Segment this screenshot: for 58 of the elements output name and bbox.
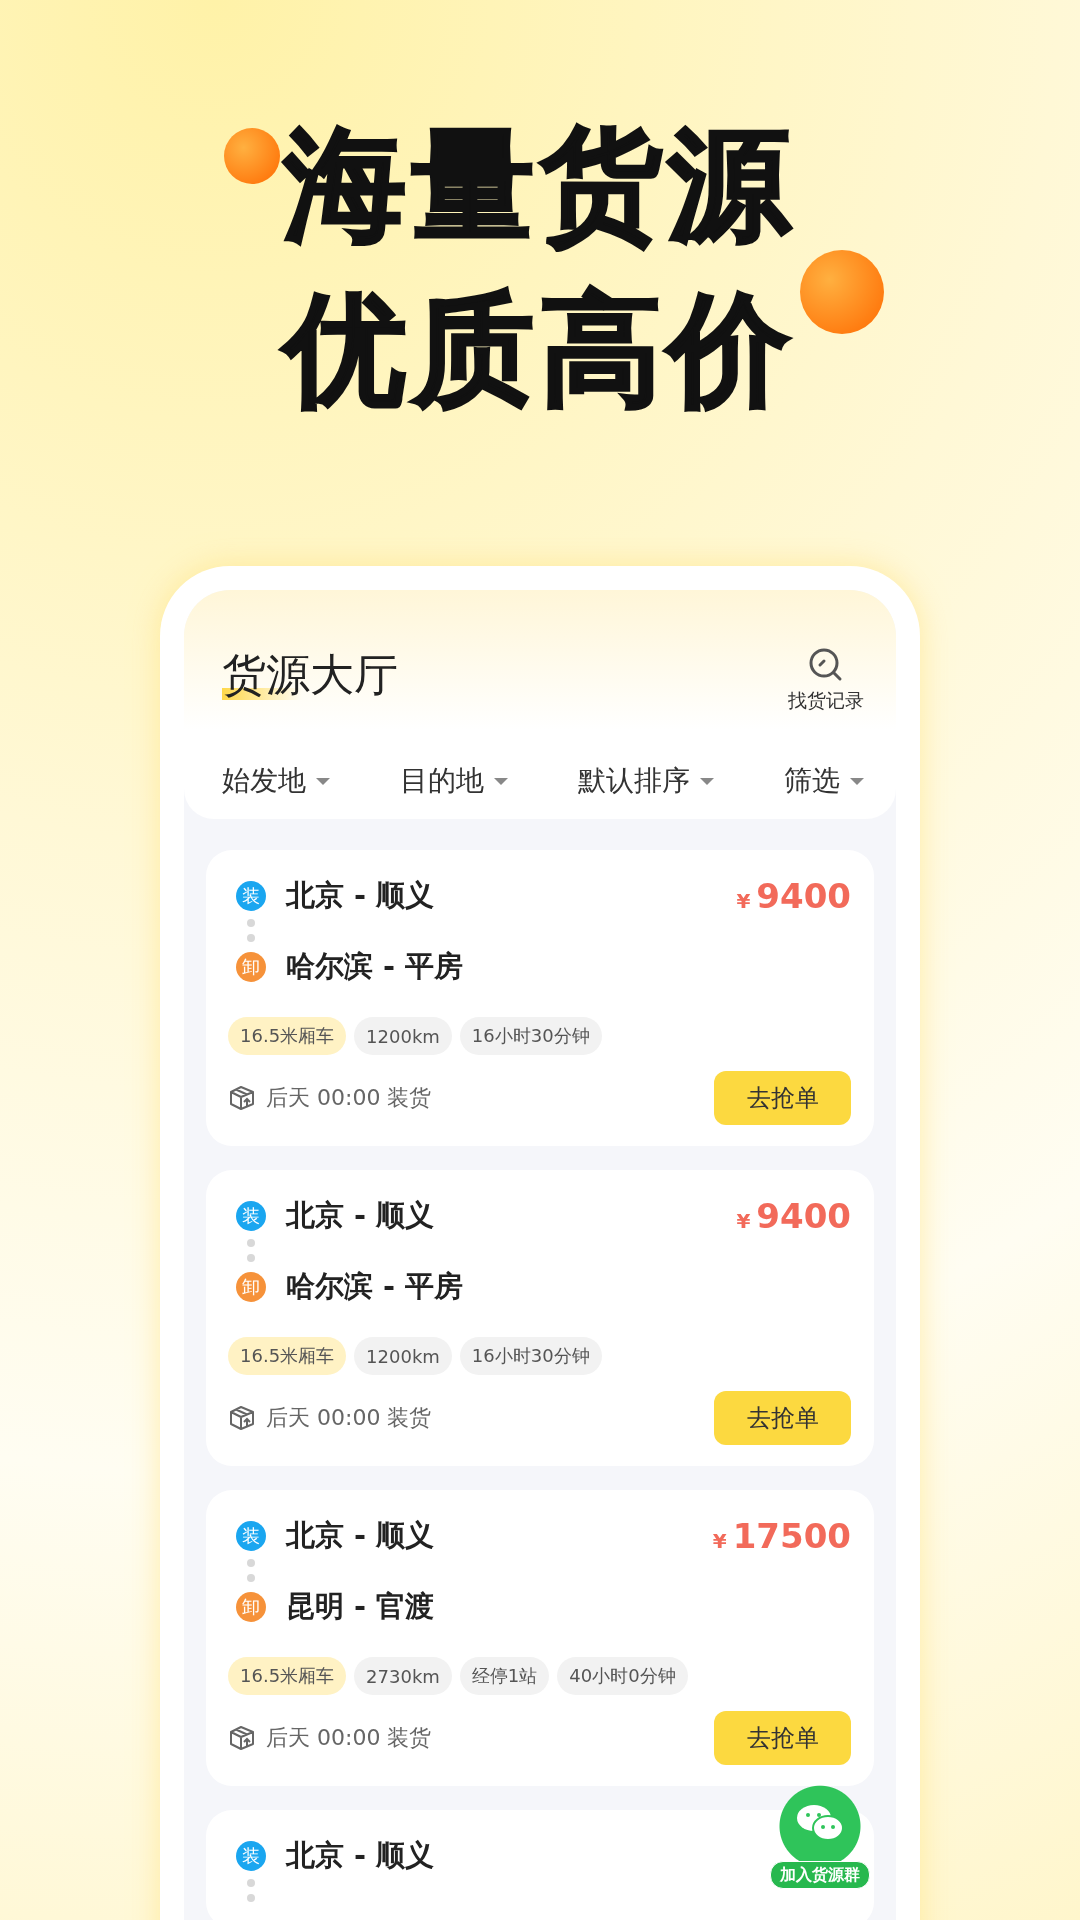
package-icon [228,1084,256,1112]
unload-badge: 卸 [236,952,266,982]
tag: 2730km [354,1657,452,1695]
tag: 1200km [354,1017,452,1055]
unload-badge: 卸 [236,1272,266,1302]
tag: 经停1站 [459,1657,550,1695]
origin-text: 北京 - 顺义 [286,1517,435,1554]
tag: 40小时0分钟 [557,1657,688,1695]
grab-order-button[interactable]: 去抢单 [714,1711,851,1765]
filter-dropdown[interactable]: 目的地 [400,762,508,800]
package-icon [228,1724,256,1752]
headline: 海量货源 [284,113,796,258]
unload-badge: 卸 [236,1592,266,1622]
route-dot [247,1254,255,1262]
caret-icon [316,777,330,785]
route-dot [247,1894,255,1902]
route-dot [247,1559,255,1567]
destination-text: 昆明 - 官渡 [286,1588,435,1625]
load-badge: 装 [236,1521,266,1551]
tag: 16.5米厢车 [228,1017,347,1055]
package-icon [228,1404,256,1432]
tag: 16小时30分钟 [459,1337,602,1375]
decor-ball [224,128,280,184]
load-time: 后天 00:00 装货 [266,1724,432,1752]
grab-order-button[interactable]: 去抢单 [714,1391,851,1445]
route-dot [247,919,255,927]
caret-icon [494,777,508,785]
load-time: 后天 00:00 装货 [266,1404,432,1432]
cargo-card[interactable]: 装 北京 - 顺义 ¥ 17500 卸 昆明 - 官渡 16.5米厢车 2730km 经停1站 40小时0分钟 后天 00:00 装货 去抢单 [206,1490,874,1786]
load-badge: 装 [236,1841,266,1871]
origin-text: 北京 - 顺义 [286,1837,435,1874]
tag: 16.5米厢车 [228,1337,347,1375]
grab-order-button[interactable]: 去抢单 [714,1071,851,1125]
cargo-card[interactable]: 装 北京 - 顺义 ¥ 9400 卸 哈尔滨 - 平房 16.5米厢车 1200km 16小时30分钟 后天 00:00 装货 去抢单 [206,850,874,1146]
cargo-card[interactable]: 装 北京 - 顺义 ¥ 9400 卸 哈尔滨 - 平房 16.5米厢车 1200km 16小时30分钟 后天 00:00 装货 去抢单 [206,1170,874,1466]
filter-dropdown[interactable]: 默认排序 [578,762,714,800]
tag: 16.5米厢车 [228,1657,347,1695]
origin-text: 北京 - 顺义 [286,877,435,914]
price: ¥ 9400 [736,876,851,916]
tag: 1200km [354,1337,452,1375]
history-button[interactable]: 找货记录 [788,646,864,714]
load-badge: 装 [236,881,266,911]
price: ¥ 17500 [712,1516,851,1556]
caret-icon [700,777,714,785]
filter-dropdown[interactable]: 始发地 [222,762,330,800]
load-time: 后天 00:00 装货 [266,1084,432,1112]
route-dot [247,1574,255,1582]
route-dot [247,934,255,942]
load-badge: 装 [236,1201,266,1231]
tag: 16小时30分钟 [459,1017,602,1055]
filter-dropdown[interactable]: 筛选 [784,762,864,800]
route-dot [247,1239,255,1247]
caret-icon [850,777,864,785]
route-dot [247,1879,255,1887]
origin-text: 北京 - 顺义 [286,1197,435,1234]
destination-text: 哈尔滨 - 平房 [286,948,464,985]
destination-text: 哈尔滨 - 平房 [286,1268,464,1305]
price: ¥ 9400 [736,1196,851,1236]
